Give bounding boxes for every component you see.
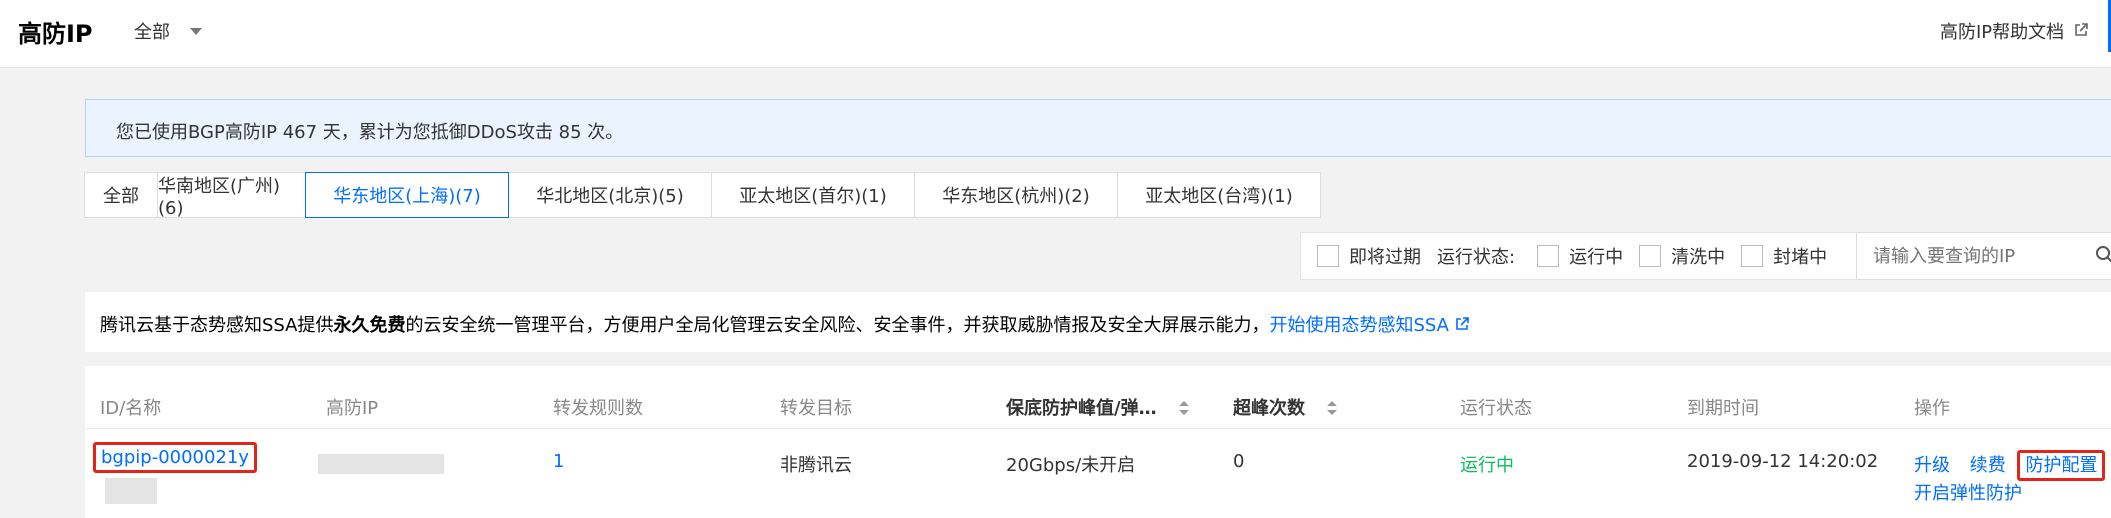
column-header-label: 超峰次数 [1233,398,1305,419]
column-header-rules: 转发规则数 [553,398,643,419]
running-checkbox[interactable]: 运行中 [1537,243,1623,269]
cleaning-checkbox[interactable]: 清洗中 [1639,243,1725,269]
chevron-down-icon [190,27,202,35]
tab-all[interactable]: 全部 [84,172,158,218]
column-header-label: 保底防护峰值/弹… [1006,398,1157,419]
usage-notice: 您已使用BGP高防IP 467 天，累计为您抵御DDoS攻击 85 次。 [85,99,2111,157]
upgrade-button[interactable]: 升级 [1914,455,1950,476]
tab-guangzhou[interactable]: 华南地区(广州)(6) [157,172,306,219]
page-title: 高防IP [18,20,93,48]
help-doc-link[interactable]: 高防IP帮助文档 [1940,18,2088,44]
search-icon[interactable] [2095,245,2111,270]
checkbox-box[interactable] [1317,245,1339,267]
column-header-expire: 到期时间 [1687,398,1759,419]
cleaning-label: 清洗中 [1671,247,1726,268]
search-input[interactable] [1873,245,2093,267]
external-link-icon [1455,315,1469,336]
ip-table: ID/名称 高防IP 转发规则数 转发目标 保底防护峰值/弹… 超峰次数 运行状… [85,366,2111,518]
tab-shanghai[interactable]: 华东地区(上海)(7) [305,172,509,218]
expiring-label: 即将过期 [1349,247,1421,268]
scope-label: 全部 [134,22,170,43]
redacted-ip [318,454,444,474]
tab-label: 华东地区(上海)(7) [333,186,481,207]
tab-hangzhou[interactable]: 华东地区(杭州)(2) [914,172,1118,218]
tab-label: 亚太地区(台湾)(1) [1145,186,1293,207]
status-badge: 运行中 [1460,455,1514,476]
blocked-checkbox[interactable]: 封堵中 [1741,243,1827,269]
checkbox-box[interactable] [1537,245,1560,267]
expiring-checkbox[interactable]: 即将过期 [1317,243,1421,269]
row-id[interactable]: bgpip-0000021y [93,442,258,473]
tab-label: 华南地区(广州)(6) [158,175,281,219]
tab-label: 华东地区(杭州)(2) [942,186,1090,207]
status-filter-label: 运行状态: [1437,247,1516,268]
row-actions: 升级 续费 防护配置 [1914,450,2106,481]
tab-beijing[interactable]: 华北地区(北京)(5) [508,172,712,218]
checkbox-box[interactable] [1741,245,1764,267]
ssa-banner: 腾讯云基于态势感知SSA提供永久免费的云安全统一管理平台，方便用户全局化管理云安… [85,292,2111,352]
help-doc-label: 高防IP帮助文档 [1940,22,2065,43]
ssa-bold-text: 永久免费 [333,315,406,336]
column-header-ip: 高防IP [326,398,379,419]
notice-text: 您已使用BGP高防IP 467 天，累计为您抵御DDoS攻击 85 次。 [116,122,624,143]
ip-search [1856,232,2111,280]
exceed-count: 0 [1233,451,1245,472]
header-divider [85,428,2111,429]
tab-seoul[interactable]: 亚太地区(首尔)(1) [711,172,915,218]
blocked-label: 封堵中 [1773,247,1828,268]
ssa-text: 腾讯云基于态势感知SSA提供 [100,315,334,336]
row-id-link[interactable]: bgpip-0000021y [93,442,258,473]
column-header-status: 运行状态 [1460,398,1532,419]
running-label: 运行中 [1569,247,1624,268]
region-tabs: 全部 华南地区(广州)(6) 华东地区(上海)(7) 华北地区(北京)(5) 亚… [84,172,1321,219]
sort-icon[interactable] [1178,399,1189,420]
ssa-text-rest: 的云安全统一管理平台，方便用户全局化管理云安全风险、安全事件，并获取威胁情报及安… [405,315,1270,336]
column-header-id: ID/名称 [100,398,162,419]
checkbox-box[interactable] [1639,245,1662,267]
tab-label: 亚太地区(首尔)(1) [739,186,887,207]
column-header-target: 转发目标 [780,398,852,419]
column-header-peak[interactable]: 保底防护峰值/弹… [1006,394,1189,420]
scope-dropdown[interactable]: 全部 [134,18,202,44]
enable-elastic-protection-button[interactable]: 开启弹性防护 [1914,479,2022,505]
top-bar: 高防IP 全部 高防IP帮助文档 [0,0,2111,68]
redacted-name [105,478,157,504]
renew-button[interactable]: 续费 [1970,455,2006,476]
expire-time: 2019-09-12 14:20:02 [1687,451,1879,472]
rules-count-link[interactable]: 1 [553,451,564,472]
forward-target: 非腾讯云 [780,455,852,476]
protection-config-button[interactable]: 防护配置 [2017,450,2106,481]
external-link-icon [2074,21,2088,42]
tab-taiwan[interactable]: 亚太地区(台湾)(1) [1117,172,1321,218]
column-header-actions: 操作 [1914,398,1950,419]
filter-bar: 即将过期 运行状态: 运行中 清洗中 封堵中 [1300,232,1860,280]
sort-icon[interactable] [1327,399,1338,420]
tab-label: 全部 [103,186,139,207]
column-header-exceed[interactable]: 超峰次数 [1233,394,1338,420]
ssa-link-label: 开始使用态势感知SSA [1269,315,1450,336]
ssa-start-link[interactable]: 开始使用态势感知SSA [1270,315,1469,336]
tab-label: 华北地区(北京)(5) [536,186,684,207]
peak-value: 20Gbps/未开启 [1006,455,1136,476]
